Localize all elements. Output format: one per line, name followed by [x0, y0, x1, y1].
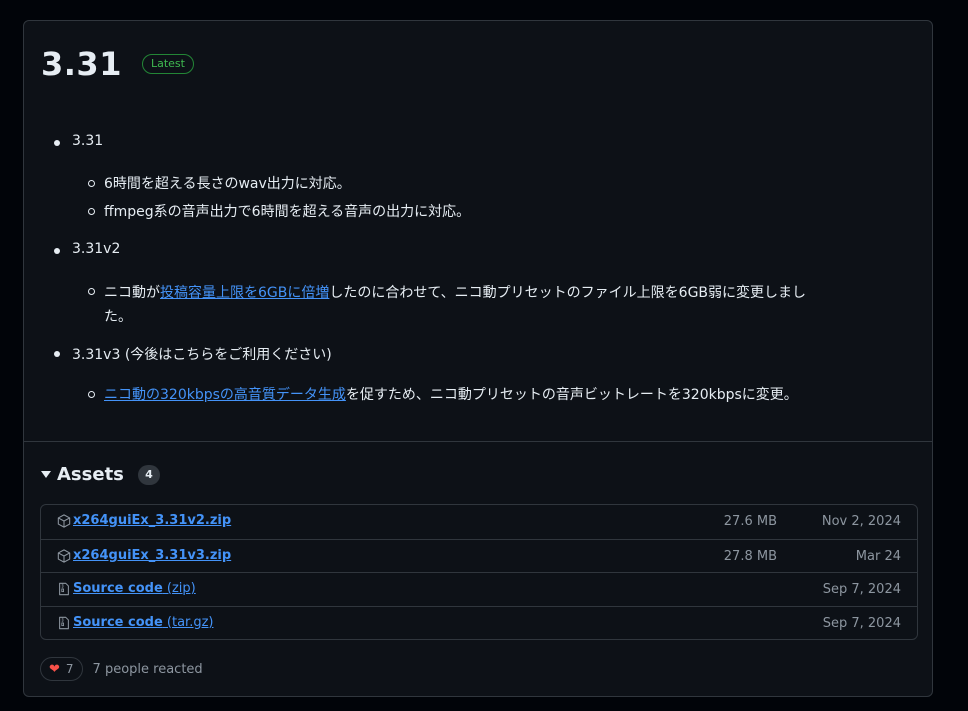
- asset-row: Source code (zip) Sep 7, 2024: [41, 572, 917, 606]
- upload-limit-link[interactable]: 投稿容量上限を6GBに倍増: [160, 285, 329, 301]
- caret-down-icon: [41, 471, 51, 478]
- bullet-dot: [54, 248, 60, 254]
- asset-name: x264guiEx_3.31v3.zip: [73, 547, 232, 563]
- asset-row: Source code (tar.gz) Sep 7, 2024: [41, 605, 917, 640]
- asset-link[interactable]: Source code (zip): [73, 581, 196, 596]
- package-icon: [57, 548, 71, 563]
- assets-title: Assets: [57, 464, 124, 485]
- note-version: 3.31v3 (今後はこちらをご利用ください): [72, 347, 332, 363]
- file-zip-icon: [59, 616, 69, 629]
- release-title[interactable]: 3.31: [41, 45, 122, 83]
- release-card: 3.31 Latest 3.31 6時間を超える長さのwav出力に対応。 ffm…: [23, 20, 933, 697]
- asset-row: x264guiEx_3.31v2.zip 27.6 MB Nov 2, 2024: [41, 505, 917, 539]
- note-item: ニコ動が投稿容量上限を6GBに倍増したのに合わせて、ニコ動プリセットのファイル上…: [104, 281, 904, 329]
- package-icon: [57, 514, 71, 528]
- bullet-dot: [54, 140, 60, 146]
- note-text: を促すため、ニコ動プリセットの音声ビットレートを320kbpsに変更。: [345, 387, 798, 403]
- file-zip-icon: [59, 582, 69, 596]
- heart-reaction-button[interactable]: ❤ 7: [40, 657, 83, 681]
- asset-date: Nov 2, 2024: [821, 514, 901, 529]
- release-header: 3.31 Latest: [41, 45, 194, 83]
- asset-name: Source code: [73, 614, 163, 630]
- sub-bullet: [88, 180, 95, 187]
- sub-bullet: [88, 288, 95, 295]
- asset-link[interactable]: Source code (tar.gz): [73, 615, 213, 630]
- asset-size: 27.6 MB: [723, 514, 777, 529]
- latest-badge: Latest: [141, 54, 194, 74]
- note-text: したのに合わせて、ニコ動プリセットのファイル上限を6GB弱に変更しまし: [329, 285, 807, 301]
- asset-name: x264guiEx_3.31v2.zip: [73, 513, 232, 528]
- note-text: ニコ動が: [104, 285, 160, 301]
- asset-link[interactable]: x264guiEx_3.31v3.zip: [73, 548, 231, 563]
- assets-table: x264guiEx_3.31v2.zip 27.6 MB Nov 2, 2024…: [40, 504, 918, 640]
- note-text: た。: [104, 309, 132, 325]
- asset-ext: (tar.gz): [162, 614, 214, 630]
- heart-icon: ❤: [49, 661, 60, 677]
- assets-toggle[interactable]: Assets 4: [41, 464, 160, 485]
- reaction-summary: 7 people reacted: [92, 661, 203, 677]
- note-item: ffmpeg系の音声出力で6時間を超える音声の出力に対応。: [104, 204, 471, 220]
- asset-link[interactable]: x264guiEx_3.31v2.zip: [73, 513, 231, 528]
- high-quality-link[interactable]: ニコ動の320kbpsの高音質データ生成: [104, 387, 346, 403]
- note-version: 3.31v2: [72, 241, 121, 257]
- asset-size: 27.8 MB: [723, 548, 777, 564]
- asset-row: x264guiEx_3.31v3.zip 27.8 MB Mar 24: [41, 538, 917, 573]
- asset-date: Sep 7, 2024: [822, 582, 901, 597]
- section-divider: [24, 441, 932, 442]
- sub-bullet: [88, 208, 95, 215]
- bullet-dot: [54, 351, 60, 357]
- note-item: ニコ動の320kbpsの高音質データ生成を促すため、ニコ動プリセットの音声ビット…: [104, 384, 798, 404]
- sub-bullet: [88, 391, 95, 398]
- asset-date: Mar 24: [855, 548, 901, 564]
- reaction-count: 7: [65, 662, 74, 676]
- reactions: ❤ 7 7 people reacted: [40, 657, 203, 681]
- asset-date: Sep 7, 2024: [822, 615, 901, 631]
- asset-name: Source code: [73, 581, 163, 596]
- asset-ext: (zip): [162, 581, 196, 596]
- assets-count: 4: [137, 464, 160, 485]
- note-item: 6時間を超える長さのwav出力に対応。: [104, 176, 351, 192]
- note-version: 3.31: [72, 133, 104, 149]
